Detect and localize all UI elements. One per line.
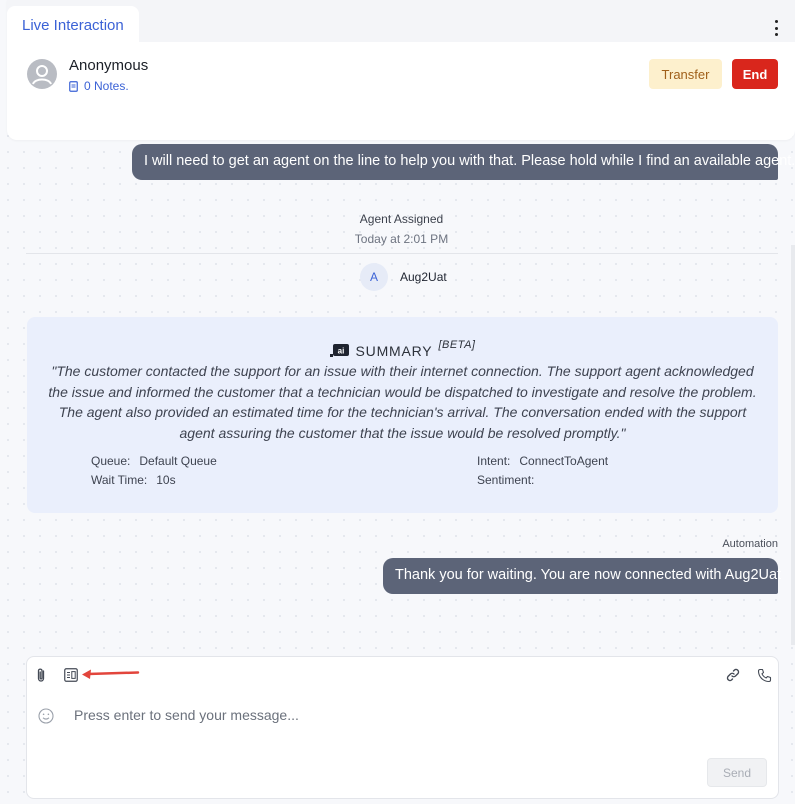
ai-summary-icon: ai [329,344,349,357]
summary-card: ai SUMMARY [BETA] "The customer contacte… [27,317,778,513]
sentiment-label: Sentiment: [477,473,535,487]
notes-label: 0 Notes. [84,79,129,93]
tab-live-interaction[interactable]: Live Interaction [7,6,139,44]
more-options-icon[interactable] [767,18,785,38]
summary-wait-time: Wait Time: 10s [91,473,176,487]
notes-link[interactable]: 0 Notes. [69,79,129,93]
svg-text:ai: ai [337,347,344,356]
event-divider [26,253,778,254]
queue-value: Default Queue [139,454,217,468]
interaction-header: Live Interaction Anonymous 0 Notes. Tran… [7,0,795,140]
summary-queue: Queue: Default Queue [91,454,217,468]
send-button[interactable]: Send [707,758,767,787]
note-icon [69,80,78,92]
annotation-arrow-icon [82,669,140,679]
chat-message-bubble: I will need to get an agent on the line … [132,144,795,180]
event-title: Agent Assigned [359,212,444,226]
paperclip-icon[interactable] [33,666,49,684]
agent-avatar: A [360,263,388,291]
sender-label: Automation [722,538,778,550]
wait-time-label: Wait Time: [91,473,148,487]
end-button[interactable]: End [732,59,778,89]
chat-message-bubble: Thank you for waiting. You are now conne… [383,558,781,594]
link-icon[interactable] [724,666,742,684]
emoji-icon[interactable] [37,707,55,725]
summary-text: "The customer contacted the support for … [48,363,757,441]
summary-header: ai SUMMARY [BETA] [27,339,778,359]
wait-time-value: 10s [156,473,176,487]
agent-name: Aug2Uat [400,270,447,284]
event-time: Today at 2:01 PM [354,232,449,246]
intent-label: Intent: [477,454,511,468]
summary-intent: Intent: ConnectToAgent [477,454,608,468]
queue-label: Queue: [91,454,131,468]
message-input[interactable] [74,705,674,725]
contact-name: Anonymous [69,57,149,74]
person-icon [32,65,52,85]
contact-avatar [27,59,57,89]
summary-sentiment: Sentiment: [477,473,543,487]
beta-badge: [BETA] [438,339,476,351]
summary-title: SUMMARY [355,343,433,359]
template-icon[interactable] [62,666,80,684]
transfer-button[interactable]: Transfer [649,59,722,89]
scrollbar[interactable] [791,245,795,645]
phone-icon[interactable] [755,666,773,684]
intent-value: ConnectToAgent [519,454,609,468]
